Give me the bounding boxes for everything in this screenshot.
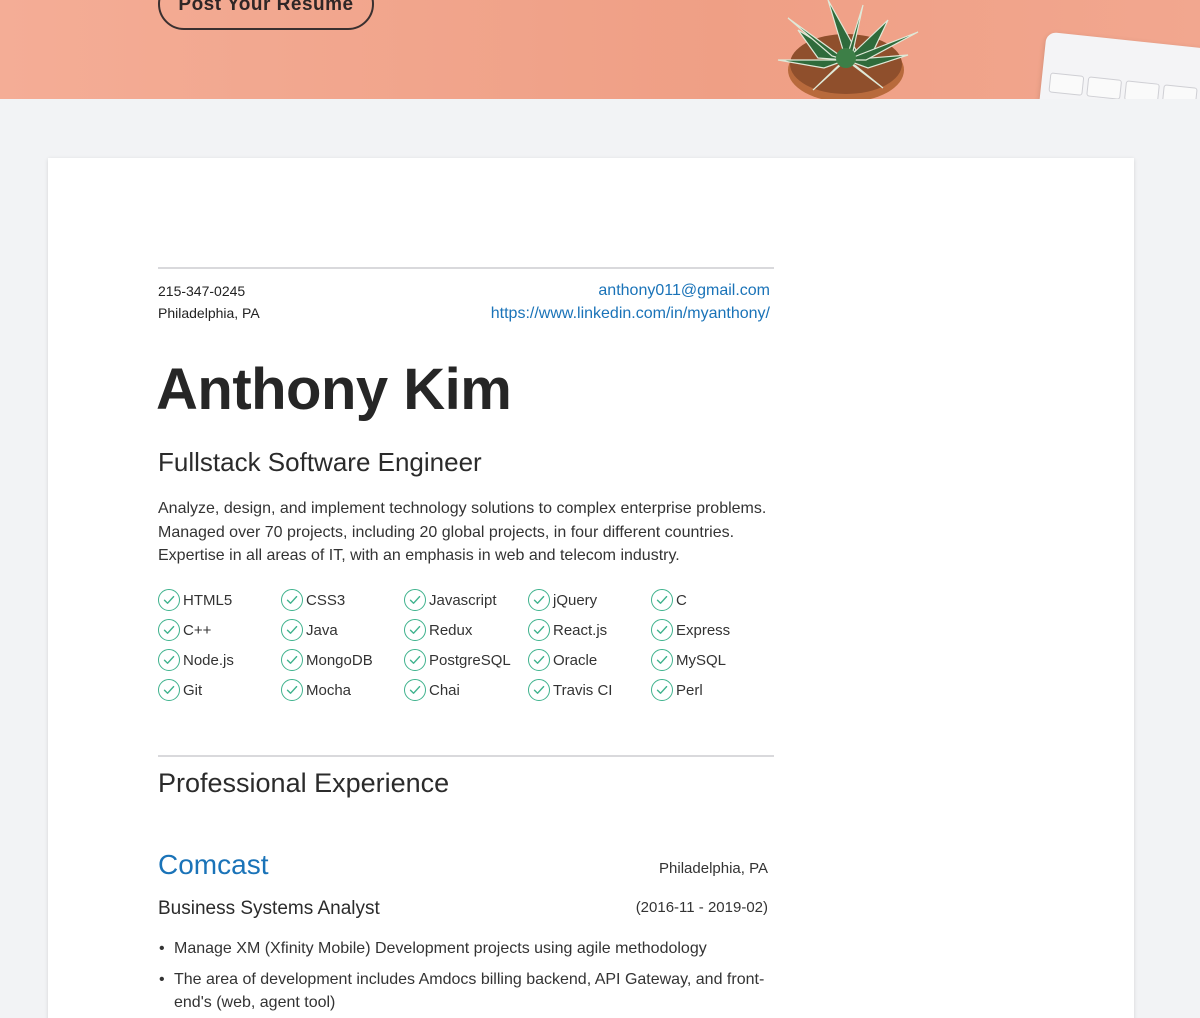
check-circle-icon — [651, 649, 673, 671]
keyboard-image — [1038, 31, 1200, 99]
skill-item: MySQL — [651, 649, 774, 671]
skill-label: Mocha — [306, 681, 352, 699]
divider — [158, 267, 774, 269]
check-circle-icon — [528, 649, 550, 671]
skill-label: C — [676, 591, 687, 609]
succulent-plant-image — [777, 0, 919, 99]
job-bullets: Manage XM (Xfinity Mobile) Development p… — [159, 937, 774, 1018]
check-circle-icon — [281, 589, 303, 611]
skill-item: Perl — [651, 679, 774, 701]
post-resume-button[interactable]: Post Your Resume — [158, 0, 374, 30]
skill-label: MySQL — [676, 651, 727, 669]
contact-location: Philadelphia, PA — [158, 305, 260, 321]
skill-item: Oracle — [528, 649, 651, 671]
check-circle-icon — [404, 619, 426, 641]
hero-banner: Post Your Resume — [0, 0, 1200, 99]
skill-label: PostgreSQL — [429, 651, 511, 669]
resume-summary: Analyze, design, and implement technolog… — [158, 500, 767, 564]
check-circle-icon — [158, 679, 180, 701]
skill-label: Oracle — [553, 651, 598, 669]
list-item: The area of development includes Amdocs … — [159, 968, 774, 1015]
check-circle-icon — [158, 649, 180, 671]
skill-item: PostgreSQL — [404, 649, 528, 671]
skill-item: Express — [651, 619, 774, 641]
skill-label: React.js — [553, 621, 608, 639]
job-role: Business Systems Analyst — [158, 898, 380, 919]
email-link[interactable]: anthony011@gmail.com — [491, 279, 770, 302]
check-circle-icon — [158, 589, 180, 611]
skill-label: Perl — [676, 681, 703, 699]
skill-label: CSS3 — [306, 591, 346, 609]
check-circle-icon — [528, 619, 550, 641]
skill-item: React.js — [528, 619, 651, 641]
phone-number: 215-347-0245 — [158, 283, 246, 299]
list-item: Manage XM (Xfinity Mobile) Development p… — [159, 937, 774, 961]
skill-item: C — [651, 589, 774, 611]
check-circle-icon — [651, 619, 673, 641]
check-circle-icon — [404, 649, 426, 671]
company-name[interactable]: Comcast — [158, 849, 268, 881]
skill-item: MongoDB — [281, 649, 404, 671]
resume-name: Anthony Kim — [156, 357, 512, 422]
skill-item: Java — [281, 619, 404, 641]
skill-item: Git — [158, 679, 281, 701]
skill-item: C++ — [158, 619, 281, 641]
skill-item: Chai — [404, 679, 528, 701]
linkedin-link[interactable]: https://www.linkedin.com/in/myanthony/ — [491, 302, 770, 325]
skill-label: Git — [183, 681, 203, 699]
check-circle-icon — [404, 589, 426, 611]
skill-label: Node.js — [183, 651, 234, 669]
skill-item: Mocha — [281, 679, 404, 701]
keyboard-key — [1123, 80, 1160, 99]
skill-item: HTML5 — [158, 589, 281, 611]
skill-label: Chai — [429, 681, 460, 699]
check-circle-icon — [158, 619, 180, 641]
skill-item: Node.js — [158, 649, 281, 671]
job-location: Philadelphia, PA — [659, 860, 768, 877]
keyboard-key — [1048, 72, 1085, 96]
skill-label: Javascript — [429, 591, 497, 609]
divider — [158, 755, 774, 757]
skill-label: Express — [676, 621, 731, 639]
skill-label: Redux — [429, 621, 473, 639]
skill-label: Travis CI — [553, 681, 613, 699]
check-circle-icon — [281, 619, 303, 641]
check-circle-icon — [651, 679, 673, 701]
skill-label: MongoDB — [306, 651, 373, 669]
keyboard-key — [1161, 84, 1198, 99]
resume-title: Fullstack Software Engineer — [158, 447, 482, 477]
skills-grid: HTML5 CSS3 Javascript jQuery C C++ Java Redux Re… — [158, 589, 778, 701]
skill-label: Java — [306, 621, 338, 639]
skill-label: jQuery — [553, 591, 598, 609]
skill-item: Travis CI — [528, 679, 651, 701]
contact-right: anthony011@gmail.com https://www.linkedi… — [491, 279, 770, 325]
check-circle-icon — [651, 589, 673, 611]
check-circle-icon — [528, 679, 550, 701]
check-circle-icon — [404, 679, 426, 701]
keyboard-key — [1086, 76, 1123, 99]
skill-label: C++ — [183, 621, 212, 639]
skill-item: CSS3 — [281, 589, 404, 611]
check-circle-icon — [528, 589, 550, 611]
contact-left: 215-347-0245 Philadelphia, PA — [158, 280, 260, 324]
skill-label: HTML5 — [183, 591, 233, 609]
skill-item: jQuery — [528, 589, 651, 611]
job-dates: (2016-11 - 2019-02) — [635, 899, 768, 916]
skill-item: Redux — [404, 619, 528, 641]
check-circle-icon — [281, 679, 303, 701]
section-title-experience: Professional Experience — [158, 768, 450, 798]
check-circle-icon — [281, 649, 303, 671]
skill-item: Javascript — [404, 589, 528, 611]
